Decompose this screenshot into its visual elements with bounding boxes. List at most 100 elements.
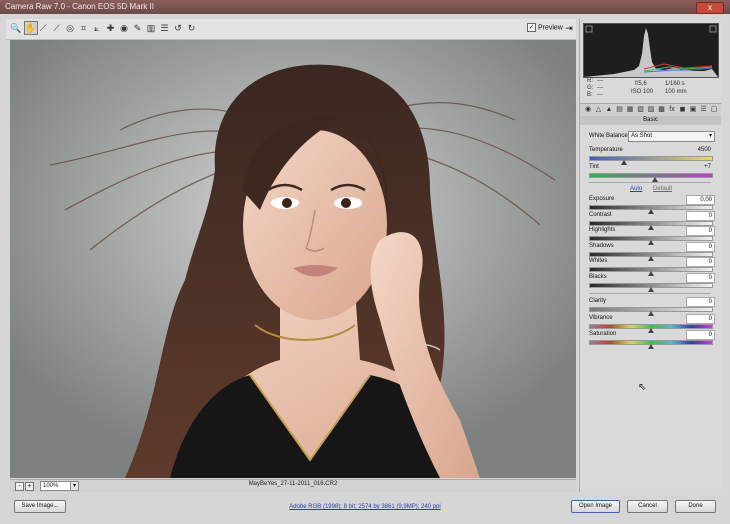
adjustment-brush-icon[interactable]: ✎ (132, 22, 144, 34)
panel-tab-3-icon[interactable]: ▤ (616, 106, 624, 114)
fullscreen-toggle-icon[interactable]: ⇥ (564, 23, 574, 33)
panel-tab-5-icon[interactable]: ▧ (637, 106, 645, 114)
exposure-value-field[interactable]: 0,00 (686, 195, 715, 205)
panel-tab-11-icon[interactable]: ☰ (700, 106, 708, 114)
preview-toggle[interactable]: ✓ Preview (527, 23, 563, 32)
whites-slider-handle[interactable] (648, 271, 654, 276)
preview-statusbar: - + 100% ▾ MayBeYes_27-11-2011_016.CR2 (10, 479, 576, 492)
contrast-slider[interactable] (589, 220, 713, 230)
temperature-slider-handle[interactable] (621, 160, 628, 165)
vibrance-slider-handle[interactable] (648, 327, 654, 333)
default-link[interactable]: Default (653, 186, 672, 192)
exposure-slider[interactable] (589, 205, 713, 214)
shadow-clipping-icon[interactable] (585, 25, 593, 33)
saturation-label: Saturation (589, 331, 617, 337)
iso-value: ISO 100 (631, 89, 654, 95)
panel-tab-1-icon[interactable]: △ (595, 106, 603, 114)
graduated-filter-icon[interactable]: ▥ (145, 22, 157, 34)
divider (589, 182, 711, 183)
rotate-ccw-icon[interactable]: ↺ (172, 22, 184, 34)
r-value: --- (597, 78, 603, 84)
panel-tab-4-icon[interactable]: ▦ (626, 106, 634, 114)
camera-raw-window: Camera Raw 7.0 - Canon EOS 5D Mark II x … (0, 0, 730, 524)
blacks-slider[interactable] (589, 282, 713, 292)
white-balance-tool-icon[interactable]: ⟋ (37, 22, 49, 34)
contrast-value-field[interactable]: 0 (686, 210, 715, 221)
whites-slider[interactable] (589, 267, 713, 276)
panel-tab-6-icon[interactable]: ▨ (647, 106, 655, 114)
image-preview[interactable] (10, 40, 576, 478)
close-window-button[interactable]: x (696, 2, 724, 14)
panel-tab-0-icon[interactable]: ◉ (584, 106, 592, 114)
g-label: G: (587, 85, 594, 91)
clarity-value-field[interactable]: 0 (686, 297, 715, 307)
tint-slider[interactable] (589, 173, 713, 182)
clarity-slider-handle[interactable] (648, 311, 654, 316)
tint-value[interactable]: +7 (686, 164, 711, 170)
highlight-clipping-icon[interactable] (709, 25, 717, 33)
highlights-slider-handle[interactable] (648, 240, 654, 245)
color-sampler-tool-icon[interactable]: ⟋ (51, 22, 63, 34)
temperature-label: Temperature (589, 147, 623, 153)
contrast-slider-handle[interactable] (648, 224, 654, 230)
temperature-slider[interactable] (589, 156, 713, 165)
bottom-bar: Save Image... Adobe RGB (1998); 8 bit; 2… (0, 494, 730, 524)
blacks-slider-handle[interactable] (648, 286, 654, 292)
preview-checkbox[interactable]: ✓ (527, 23, 536, 32)
whites-value-field[interactable]: 0 (686, 257, 715, 267)
divider (589, 293, 711, 294)
exposure-slider-handle[interactable] (648, 209, 654, 214)
basic-panel-header: Basic (580, 116, 721, 125)
focal-length-value: 100 mm (665, 89, 687, 95)
done-button[interactable]: Done (675, 500, 716, 513)
vibrance-value-field[interactable]: 0 (686, 313, 715, 324)
spot-removal-tool-icon[interactable]: ✚ (105, 22, 117, 34)
cancel-button[interactable]: Cancel (627, 500, 668, 513)
contrast-label: Contrast (589, 211, 612, 218)
preview-label: Preview (537, 24, 563, 32)
auto-link[interactable]: Auto (630, 186, 642, 192)
red-eye-tool-icon[interactable]: ◉ (118, 22, 130, 34)
shadows-slider-handle[interactable] (648, 255, 654, 261)
saturation-slider-handle[interactable] (648, 344, 654, 349)
vibrance-label: Vibrance (589, 314, 613, 321)
hand-tool-icon[interactable]: ✋ (23, 21, 38, 35)
clarity-slider[interactable] (589, 307, 713, 316)
panel-tab-9-icon[interactable]: ◼ (679, 106, 687, 114)
blacks-label: Blacks (589, 273, 607, 280)
panel-tab-7-icon[interactable]: ▩ (658, 106, 666, 114)
workflow-options-link[interactable]: Adobe RGB (1998); 8 bit; 2574 by 3861 (9… (0, 504, 730, 510)
panel-tab-10-icon[interactable]: ▣ (689, 106, 697, 114)
crop-tool-icon[interactable]: ⌗ (78, 22, 90, 34)
blacks-value-field[interactable]: 0 (686, 272, 715, 283)
preferences-icon[interactable]: ☰ (159, 22, 171, 34)
zoom-tool-icon[interactable]: 🔍 (10, 22, 22, 34)
shadows-slider[interactable] (589, 251, 713, 261)
panel-tab-8-icon[interactable]: fx (668, 106, 676, 114)
vibrance-slider[interactable] (589, 323, 713, 333)
white-balance-label: White Balance: (589, 133, 630, 139)
temperature-value[interactable]: 4500 (686, 147, 711, 153)
white-balance-select[interactable]: As Shot ▾ (628, 131, 715, 142)
aperture-value: f/5,6 (635, 81, 647, 87)
straighten-tool-icon[interactable]: ⟀ (91, 22, 103, 34)
targeted-adjustment-tool-icon[interactable]: ◎ (64, 22, 76, 34)
histogram (583, 23, 719, 78)
b-label: B: (587, 92, 593, 98)
title-bar: Camera Raw 7.0 - Canon EOS 5D Mark II x (0, 0, 730, 14)
highlights-value-field[interactable]: 0 (686, 226, 715, 236)
highlights-slider[interactable] (589, 236, 713, 245)
panel-tab-12-icon[interactable]: ▢ (710, 106, 718, 114)
g-value: --- (597, 85, 603, 91)
panel-tab-2-icon[interactable]: ▲ (605, 106, 613, 114)
rotate-cw-icon[interactable]: ↻ (186, 22, 198, 34)
chevron-down-icon: ▾ (708, 133, 712, 139)
adjustments-panel: R: --- G: --- B: --- f/5,6 1/160 s ISO 1… (579, 19, 721, 492)
shadows-label: Shadows (589, 242, 614, 249)
shadows-value-field[interactable]: 0 (686, 241, 715, 252)
open-image-button[interactable]: Open Image (571, 500, 620, 513)
highlights-label: Highlights (589, 227, 616, 233)
saturation-value-field[interactable]: 0 (686, 330, 715, 340)
histogram-graph (584, 25, 718, 77)
saturation-slider[interactable] (589, 340, 713, 349)
